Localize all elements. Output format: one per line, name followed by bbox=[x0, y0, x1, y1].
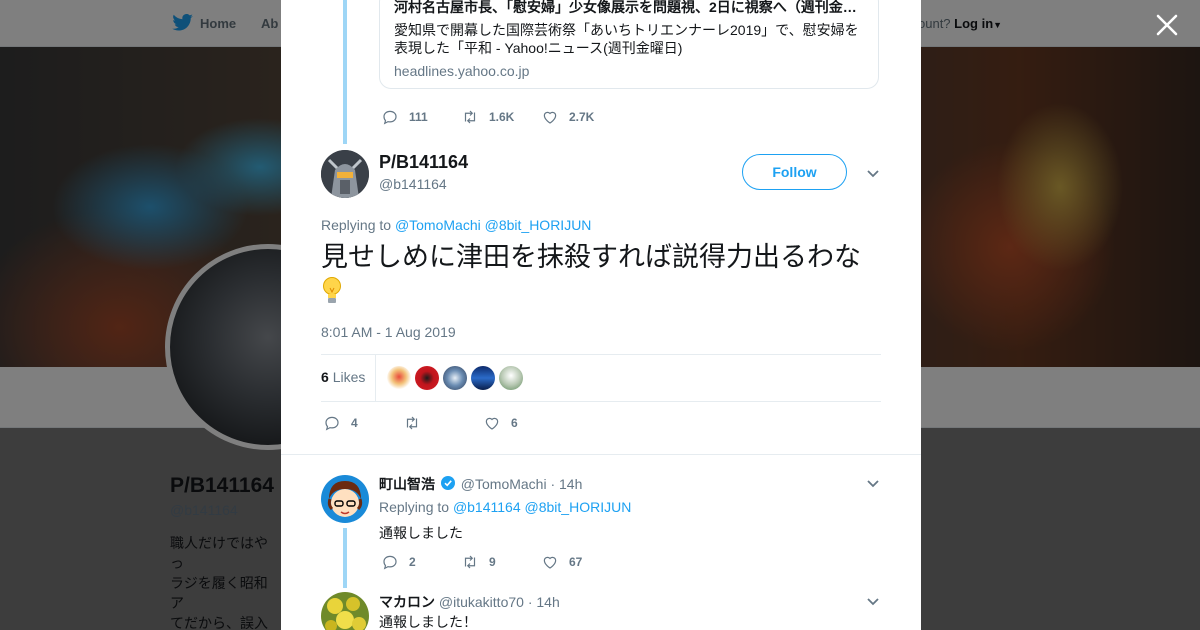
retweet-button[interactable] bbox=[403, 414, 483, 432]
retweet-icon bbox=[406, 416, 418, 430]
like-button[interactable]: 6 bbox=[483, 414, 563, 432]
liker-avatar[interactable] bbox=[499, 366, 523, 390]
replying-to-prefix: Replying to bbox=[321, 217, 392, 233]
reply-author-name[interactable]: マカロン bbox=[379, 594, 435, 610]
like-button[interactable]: 2.7K bbox=[541, 108, 621, 126]
link-preview-card[interactable]: 河村名古屋市長、「慰安婦」少女像展示を問題視、2日に視察へ（週刊金… 愛知県で開… bbox=[379, 0, 879, 89]
tweet-text: 見せしめに津田を抹殺すれば説得力出るわな bbox=[321, 241, 891, 306]
card-domain: headlines.yahoo.co.jp bbox=[394, 63, 530, 79]
like-count: 67 bbox=[569, 555, 583, 569]
reply-button[interactable]: 111 bbox=[381, 108, 461, 126]
mention-link[interactable]: @8bit_HORIJUN bbox=[485, 217, 592, 233]
likers-avatars bbox=[387, 366, 523, 390]
section-divider bbox=[281, 454, 921, 455]
reply-header: 町山智浩 @TomoMachi · 14h bbox=[379, 474, 582, 494]
reply-button[interactable]: 2 bbox=[381, 553, 461, 571]
chevron-down-icon bbox=[867, 170, 879, 178]
reply-text: 通報しました bbox=[379, 525, 463, 541]
reply-icon bbox=[325, 416, 339, 431]
likes-stat[interactable]: 6 Likes bbox=[321, 369, 365, 385]
reply-author-handle[interactable]: @TomoMachi bbox=[461, 476, 547, 492]
reply-count: 4 bbox=[351, 416, 358, 430]
reply-count: 2 bbox=[409, 555, 416, 569]
liker-avatar[interactable] bbox=[387, 366, 411, 390]
tweet-menu-button[interactable] bbox=[866, 166, 880, 180]
main-tweet-actions: 4 6 bbox=[323, 414, 563, 432]
tweet-permalink-modal: 河村名古屋市長、「慰安婦」少女像展示を問題視、2日に視察へ（週刊金… 愛知県で開… bbox=[281, 0, 921, 630]
reply-time[interactable]: · 14h bbox=[550, 476, 582, 492]
liker-avatar[interactable] bbox=[443, 366, 467, 390]
reply-author-avatar[interactable] bbox=[321, 592, 369, 630]
lightbulb-emoji-icon bbox=[321, 276, 343, 306]
chevron-down-icon bbox=[867, 598, 879, 606]
replying-to: Replying to @b141164 @8bit_HORIJUN bbox=[379, 499, 631, 515]
heart-icon bbox=[543, 111, 557, 124]
replying-to: Replying to @TomoMachi @8bit_HORIJUN bbox=[321, 217, 591, 233]
reply-icon bbox=[383, 110, 397, 125]
like-button[interactable]: 67 bbox=[541, 553, 621, 571]
liker-avatar[interactable] bbox=[415, 366, 439, 390]
close-icon bbox=[1156, 14, 1178, 36]
heart-icon bbox=[543, 556, 557, 569]
card-description: 愛知県で開幕した国際芸術祭「あいちトリエンナーレ2019」で、慰安婦を表現した「… bbox=[394, 22, 859, 56]
retweet-count: 1.6K bbox=[489, 110, 515, 124]
likes-stat-count: 6 bbox=[321, 369, 329, 385]
follow-button[interactable]: Follow bbox=[742, 154, 847, 190]
reply-menu-button[interactable] bbox=[866, 476, 880, 490]
like-count: 2.7K bbox=[569, 110, 595, 124]
liker-avatar[interactable] bbox=[471, 366, 495, 390]
tweet-author-handle[interactable]: @b141164 bbox=[379, 176, 447, 192]
reply-button[interactable]: 4 bbox=[323, 414, 403, 432]
reply-count: 111 bbox=[409, 110, 428, 124]
reply-author-name[interactable]: 町山智浩 bbox=[379, 476, 435, 492]
retweet-count: 9 bbox=[489, 555, 496, 569]
verified-badge-icon bbox=[440, 476, 455, 490]
mention-link[interactable]: @TomoMachi bbox=[395, 217, 481, 233]
retweet-icon bbox=[464, 110, 476, 124]
likes-stat-label: Likes bbox=[332, 369, 366, 385]
reply-actions: 2 9 67 bbox=[381, 553, 621, 571]
thread-connector-line bbox=[343, 528, 347, 588]
reply-author-avatar[interactable] bbox=[321, 475, 369, 523]
mention-link[interactable]: @8bit_HORIJUN bbox=[525, 499, 632, 515]
retweet-button[interactable]: 1.6K bbox=[461, 108, 541, 126]
cartoon-avatar-image bbox=[321, 475, 369, 523]
flower-avatar-image bbox=[321, 592, 369, 630]
tweet-timestamp[interactable]: 8:01 AM - 1 Aug 2019 bbox=[321, 324, 456, 340]
chevron-down-icon bbox=[867, 480, 879, 488]
robot-avatar-image bbox=[321, 150, 369, 198]
tweet-stats: 6 Likes bbox=[321, 354, 881, 402]
reply-header: マカロン @itukakitto70 · 14h bbox=[379, 592, 560, 612]
reply-author-handle[interactable]: @itukakitto70 bbox=[439, 594, 524, 610]
reply-icon bbox=[383, 555, 397, 570]
retweet-button[interactable]: 9 bbox=[461, 553, 541, 571]
reply-time[interactable]: · 14h bbox=[528, 594, 560, 610]
tweet-author-name[interactable]: P/B141164 bbox=[379, 152, 468, 173]
thread-connector-line bbox=[343, 0, 347, 144]
reply-menu-button[interactable] bbox=[866, 594, 880, 608]
tweet-text-body: 見せしめに津田を抹殺すれば説得力出るわな bbox=[321, 242, 861, 272]
stats-divider bbox=[375, 355, 376, 401]
like-count: 6 bbox=[511, 416, 518, 430]
replying-to-prefix: Replying to bbox=[379, 499, 450, 515]
reply-text: 通報しました！ bbox=[379, 614, 477, 630]
card-title: 河村名古屋市長、「慰安婦」少女像展示を問題視、2日に視察へ（週刊金… bbox=[394, 0, 857, 15]
tweet-author-avatar[interactable] bbox=[321, 150, 369, 198]
heart-icon bbox=[485, 417, 499, 430]
close-button[interactable] bbox=[1154, 12, 1180, 38]
parent-tweet-actions: 111 1.6K 2.7K bbox=[381, 108, 621, 126]
retweet-icon bbox=[464, 555, 476, 569]
mention-link[interactable]: @b141164 bbox=[453, 499, 521, 515]
